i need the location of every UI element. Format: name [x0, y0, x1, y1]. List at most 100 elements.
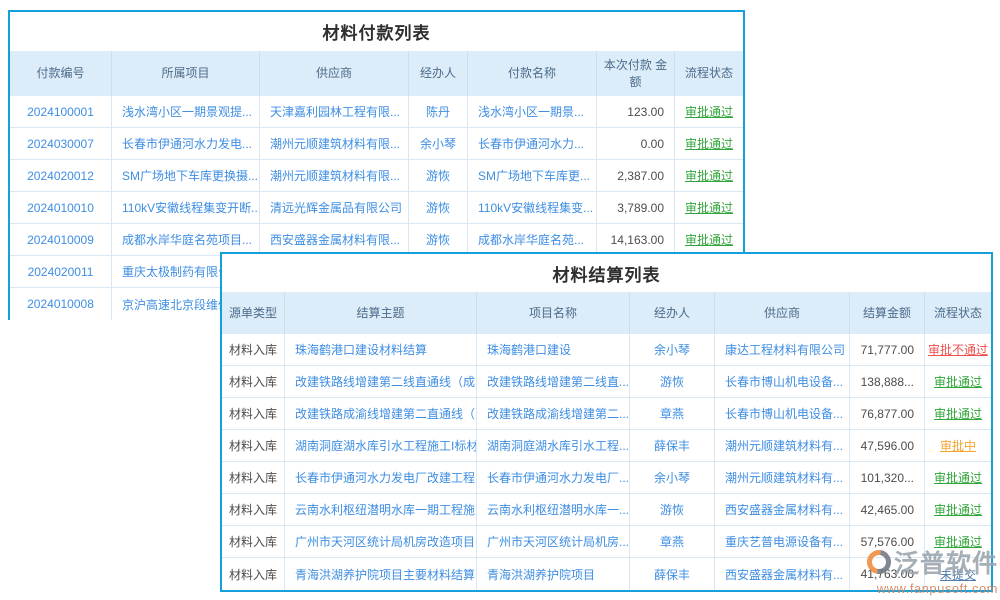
column-header: 经办人	[630, 292, 715, 334]
cell-project-name[interactable]: 改建铁路成渝线增建第二...	[477, 398, 630, 430]
cell-supplier[interactable]: 潮州元顺建筑材料有限...	[260, 128, 409, 160]
settlement-table-header: 源单类型 结算主题 项目名称 经办人 供应商 结算金额 流程状态	[222, 292, 991, 334]
column-header: 供应商	[260, 51, 409, 96]
cell-supplier[interactable]: 长春市博山机电设备...	[715, 398, 850, 430]
status-link[interactable]: 审批通过	[685, 167, 733, 184]
cell-source-type: 材料入库	[222, 334, 285, 366]
cell-source-type: 材料入库	[222, 366, 285, 398]
status-link[interactable]: 审批通过	[934, 501, 982, 518]
cell-project[interactable]: 110kV安徽线程集变开断...	[112, 192, 260, 224]
cell-handler: 游恢	[409, 160, 468, 192]
cell-project-name[interactable]: 青海洪湖养护院项目	[477, 558, 630, 590]
status-link[interactable]: 审批通过	[934, 373, 982, 390]
cell-payment-id[interactable]: 2024100001	[10, 96, 112, 128]
cell-project-name[interactable]: 广州市天河区统计局机房...	[477, 526, 630, 558]
cell-project-name[interactable]: 云南水利枢纽潜明水库一...	[477, 494, 630, 526]
cell-project-name[interactable]: 改建铁路线增建第二线直...	[477, 366, 630, 398]
status-link[interactable]: 审批通过	[685, 135, 733, 152]
cell-subject[interactable]: 云南水利枢纽潜明水库一期工程施...	[285, 494, 477, 526]
cell-supplier[interactable]: 长春市博山机电设备...	[715, 366, 850, 398]
column-header: 源单类型	[222, 292, 285, 334]
fanpu-url: www.fanpusoft.com	[848, 581, 998, 596]
cell-project[interactable]: SM广场地下车库更换摄...	[112, 160, 260, 192]
cell-subject[interactable]: 青海洪湖养护院项目主要材料结算	[285, 558, 477, 590]
cell-amount: 71,777.00	[850, 334, 925, 366]
cell-subject[interactable]: 长春市伊通河水力发电厂改建工程...	[285, 462, 477, 494]
cell-source-type: 材料入库	[222, 462, 285, 494]
cell-payment-name[interactable]: SM广场地下车库更...	[468, 160, 597, 192]
cell-amount: 138,888...	[850, 366, 925, 398]
cell-supplier[interactable]: 西安盛器金属材料有...	[715, 494, 850, 526]
cell-project[interactable]: 浅水湾小区一期景观提...	[112, 96, 260, 128]
cell-handler: 余小琴	[630, 462, 715, 494]
cell-subject[interactable]: 湖南洞庭湖水库引水工程施工I标材...	[285, 430, 477, 462]
cell-payment-id[interactable]: 2024020011	[10, 256, 112, 288]
cell-handler: 游恢	[630, 494, 715, 526]
payment-table-title: 材料付款列表	[10, 12, 743, 51]
cell-source-type: 材料入库	[222, 430, 285, 462]
cell-payment-name[interactable]: 浅水湾小区一期景...	[468, 96, 597, 128]
cell-subject[interactable]: 改建铁路线增建第二线直通线（成...	[285, 366, 477, 398]
cell-subject[interactable]: 改建铁路成渝线增建第二直通线（...	[285, 398, 477, 430]
cell-project-name[interactable]: 长春市伊通河水力发电厂...	[477, 462, 630, 494]
cell-payment-id[interactable]: 2024030007	[10, 128, 112, 160]
column-header: 结算主题	[285, 292, 477, 334]
cell-amount: 3,789.00	[597, 192, 675, 224]
cell-project[interactable]: 长春市伊通河水力发电...	[112, 128, 260, 160]
cell-payment-name[interactable]: 110kV安徽线程集变...	[468, 192, 597, 224]
cell-payment-id[interactable]: 2024010009	[10, 224, 112, 256]
status-link[interactable]: 审批中	[940, 437, 976, 454]
cell-source-type: 材料入库	[222, 526, 285, 558]
column-header: 供应商	[715, 292, 850, 334]
status-link[interactable]: 审批通过	[685, 103, 733, 120]
cell-status: 审批通过	[925, 398, 991, 430]
cell-amount: 2,387.00	[597, 160, 675, 192]
cell-payment-id[interactable]: 2024010008	[10, 288, 112, 320]
cell-supplier[interactable]: 天津嘉利园林工程有限...	[260, 96, 409, 128]
cell-status: 审批通过	[675, 96, 743, 128]
column-header: 付款编号	[10, 51, 112, 96]
status-link[interactable]: 审批通过	[934, 405, 982, 422]
cell-supplier[interactable]: 康达工程材料有限公司	[715, 334, 850, 366]
cell-handler: 薛保丰	[630, 430, 715, 462]
cell-source-type: 材料入库	[222, 398, 285, 430]
cell-status: 审批通过	[925, 494, 991, 526]
cell-subject[interactable]: 珠海鹤港口建设材料结算	[285, 334, 477, 366]
status-link[interactable]: 审批通过	[934, 469, 982, 486]
cell-handler: 章燕	[630, 398, 715, 430]
cell-supplier[interactable]: 潮州元顺建筑材料有限...	[260, 160, 409, 192]
column-header: 流程状态	[925, 292, 991, 334]
column-header: 项目名称	[477, 292, 630, 334]
cell-handler: 陈丹	[409, 96, 468, 128]
status-link[interactable]: 审批通过	[685, 231, 733, 248]
cell-status: 审批通过	[675, 192, 743, 224]
cell-handler: 游恢	[630, 366, 715, 398]
cell-supplier[interactable]: 西安盛器金属材料有...	[715, 558, 850, 590]
fanpu-brand: 泛普软件	[894, 544, 998, 580]
cell-amount: 101,320...	[850, 462, 925, 494]
status-link[interactable]: 审批不通过	[928, 341, 988, 358]
cell-supplier[interactable]: 潮州元顺建筑材料有...	[715, 430, 850, 462]
cell-subject[interactable]: 广州市天河区统计局机房改造项目...	[285, 526, 477, 558]
column-header: 结算金额	[850, 292, 925, 334]
cell-status: 审批通过	[925, 462, 991, 494]
cell-source-type: 材料入库	[222, 558, 285, 590]
cell-supplier[interactable]: 清远光辉金属品有限公司	[260, 192, 409, 224]
cell-status: 审批中	[925, 430, 991, 462]
cell-payment-name[interactable]: 长春市伊通河水力...	[468, 128, 597, 160]
cell-payment-id[interactable]: 2024020012	[10, 160, 112, 192]
cell-supplier[interactable]: 潮州元顺建筑材料有...	[715, 462, 850, 494]
cell-status: 审批通过	[675, 160, 743, 192]
cell-payment-id[interactable]: 2024010010	[10, 192, 112, 224]
settlement-table-title: 材料结算列表	[222, 254, 991, 292]
cell-handler: 余小琴	[409, 128, 468, 160]
cell-amount: 47,596.00	[850, 430, 925, 462]
cell-handler: 游恢	[409, 192, 468, 224]
column-header: 所属项目	[112, 51, 260, 96]
cell-handler: 余小琴	[630, 334, 715, 366]
cell-project-name[interactable]: 珠海鹤港口建设	[477, 334, 630, 366]
cell-project-name[interactable]: 湖南洞庭湖水库引水工程...	[477, 430, 630, 462]
cell-source-type: 材料入库	[222, 494, 285, 526]
cell-supplier[interactable]: 重庆艺普电源设备有...	[715, 526, 850, 558]
status-link[interactable]: 审批通过	[685, 199, 733, 216]
